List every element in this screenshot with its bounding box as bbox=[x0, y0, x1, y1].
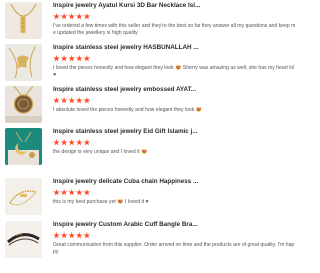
review-text-line: this is my best purchase yet 😻 I loved i… bbox=[53, 199, 149, 205]
star-icon bbox=[53, 232, 60, 239]
star-icon bbox=[53, 13, 60, 20]
star-icon bbox=[68, 13, 76, 20]
star-icon bbox=[60, 189, 68, 196]
product-title[interactable]: Inspire stainless steel jewelry HASBUNAL… bbox=[53, 44, 293, 52]
star-icon bbox=[53, 55, 60, 62]
product-thumbnail-pendant[interactable] bbox=[5, 86, 42, 123]
review-list: Inspire jewelry Ayatul Kursi 3D Bar Neck… bbox=[0, 0, 300, 273]
star-icon bbox=[60, 232, 68, 239]
review-item[interactable]: Inspire stainless steel jewelry Eid Gift… bbox=[0, 128, 300, 168]
review-item[interactable]: Inspire jewelry Ayatul Kursi 3D Bar Neck… bbox=[0, 2, 300, 42]
star-icon bbox=[68, 97, 76, 104]
review-text: this is my best purchase yet 😻 I loved i… bbox=[53, 199, 297, 206]
star-icon bbox=[83, 189, 91, 196]
star-icon bbox=[68, 232, 76, 239]
product-title[interactable]: Inspire jewelry Custom Arabic Cuff Bangl… bbox=[53, 221, 293, 229]
review-text: I absolute loved the pieces honestly and… bbox=[53, 107, 297, 114]
review-text-line: Great communication from this supplier. … bbox=[53, 242, 295, 248]
star-rating bbox=[53, 139, 91, 147]
product-title[interactable]: Inspire stainless steel jewelry Eid Gift… bbox=[53, 128, 293, 136]
review-item[interactable]: Inspire jewelry Custom Arabic Cuff Bangl… bbox=[0, 221, 300, 261]
star-icon bbox=[60, 55, 68, 62]
product-thumbnail-necklace[interactable] bbox=[5, 2, 42, 39]
review-item[interactable]: Inspire stainless steel jewelry embossed… bbox=[0, 86, 300, 126]
star-icon bbox=[68, 189, 76, 196]
review-text-line: I absolute loved the pieces honestly and… bbox=[53, 107, 203, 113]
review-item[interactable]: Inspire stainless steel jewelry HASBUNAL… bbox=[0, 44, 300, 84]
star-rating bbox=[53, 232, 91, 240]
product-thumbnail-necklace[interactable] bbox=[5, 128, 42, 165]
review-text: I've ordered a few times with this selle… bbox=[53, 23, 297, 37]
star-icon bbox=[75, 139, 83, 146]
review-text: I loved the pieces honestly and how eleg… bbox=[53, 65, 297, 79]
review-item[interactable]: Inspire jewelry delicate Cuba chain Happ… bbox=[0, 178, 300, 218]
star-icon bbox=[60, 139, 68, 146]
review-text: the design is very unique and I loved it… bbox=[53, 149, 297, 156]
product-title[interactable]: Inspire jewelry Ayatul Kursi 3D Bar Neck… bbox=[53, 2, 293, 10]
star-icon bbox=[60, 13, 68, 20]
review-text-line: e updated the jewellery is high quality bbox=[53, 30, 138, 36]
product-title[interactable]: Inspire jewelry delicate Cuba chain Happ… bbox=[53, 178, 293, 186]
review-text-line: the design is very unique and I loved it… bbox=[53, 149, 148, 155]
star-icon bbox=[75, 13, 83, 20]
review-text: Great communication from this supplier. … bbox=[53, 242, 297, 256]
star-rating bbox=[53, 189, 91, 197]
star-icon bbox=[75, 232, 83, 239]
star-icon bbox=[75, 55, 83, 62]
product-thumbnail-necklace[interactable] bbox=[5, 44, 42, 81]
review-text-line: I've ordered a few times with this selle… bbox=[53, 23, 296, 29]
star-icon bbox=[68, 139, 76, 146]
star-icon bbox=[83, 97, 91, 104]
star-icon bbox=[83, 232, 91, 239]
star-icon bbox=[53, 189, 60, 196]
star-icon bbox=[83, 13, 91, 20]
star-icon bbox=[60, 97, 68, 104]
star-icon bbox=[75, 97, 83, 104]
product-thumbnail-bracelet[interactable] bbox=[5, 178, 42, 215]
star-icon bbox=[68, 55, 76, 62]
review-text-line: I loved the pieces honestly and how eleg… bbox=[53, 65, 295, 71]
star-rating bbox=[53, 55, 91, 63]
star-icon bbox=[83, 139, 91, 146]
star-icon bbox=[83, 55, 91, 62]
star-icon bbox=[53, 139, 60, 146]
review-text-line: ♥ bbox=[53, 72, 57, 78]
star-rating bbox=[53, 13, 91, 21]
star-icon bbox=[53, 97, 60, 104]
product-thumbnail-bangle[interactable] bbox=[5, 221, 42, 258]
star-rating bbox=[53, 97, 91, 105]
product-title[interactable]: Inspire stainless steel jewelry embossed… bbox=[53, 86, 293, 94]
star-icon bbox=[75, 189, 83, 196]
review-text-line: py bbox=[53, 249, 59, 255]
